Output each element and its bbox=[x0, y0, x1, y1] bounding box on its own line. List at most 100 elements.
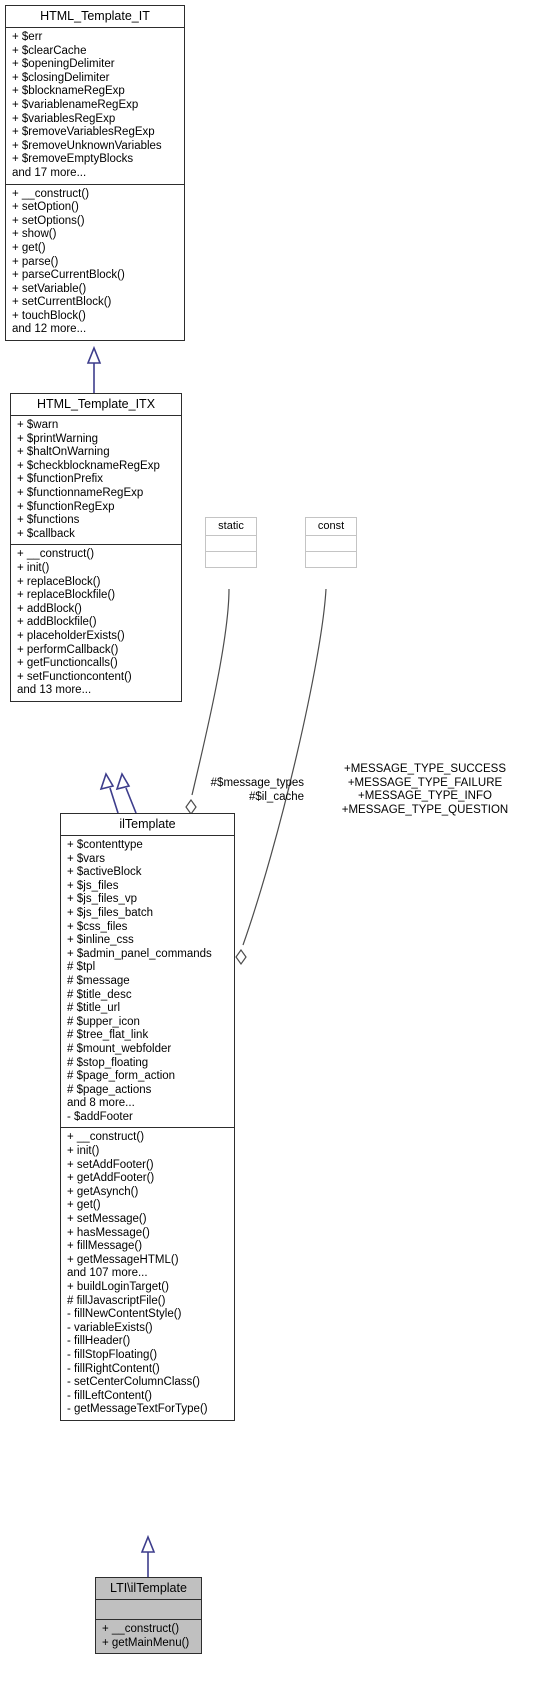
operation-row: + getMessageHTML() bbox=[67, 1253, 179, 1266]
attribute-row: # $page_actions bbox=[67, 1083, 152, 1096]
edge-label-line: +MESSAGE_TYPE_QUESTION bbox=[341, 803, 509, 816]
attribute-row: # $title_url bbox=[67, 1002, 121, 1015]
attribute-row: + $blocknameRegExp bbox=[12, 85, 125, 98]
class-const-note[interactable]: const bbox=[305, 517, 357, 568]
edge-label-line: +MESSAGE_TYPE_INFO bbox=[358, 790, 492, 802]
operation-row: + setCurrentBlock() bbox=[12, 296, 112, 309]
operation-more-row: and 107 more... bbox=[67, 1267, 148, 1280]
generalization-iltemplate-to-itx-b bbox=[115, 772, 137, 814]
edge-label-line: #$message_types bbox=[210, 777, 304, 789]
operation-more-row: and 13 more... bbox=[17, 684, 92, 697]
operation-row: + init() bbox=[17, 561, 50, 574]
attribute-row: + $css_files bbox=[67, 920, 128, 933]
attribute-row: # $tree_flat_link bbox=[67, 1029, 149, 1042]
class-lti-iltemplate[interactable]: LTI\ilTemplate + __construct() + getMain… bbox=[95, 1577, 202, 1655]
operation-row: + addBlock() bbox=[17, 602, 82, 615]
attribute-more-row: and 17 more... bbox=[12, 166, 87, 179]
operation-row: + replaceBlock() bbox=[17, 575, 101, 588]
generalization-iltemplate-to-itx-a bbox=[99, 772, 119, 814]
edge-label-message-types: #$message_types #$il_cache bbox=[176, 777, 304, 804]
class-title-html-template-it: HTML_Template_IT bbox=[40, 9, 150, 23]
attribute-row: + $err bbox=[12, 31, 43, 43]
operation-row: + setAddFooter() bbox=[67, 1158, 154, 1171]
attribute-row: + $activeBlock bbox=[67, 866, 142, 879]
operation-row: - variableExists() bbox=[67, 1321, 153, 1334]
operation-row: + __construct() bbox=[12, 187, 90, 200]
attribute-row: # $upper_icon bbox=[67, 1015, 140, 1028]
operation-row: + hasMessage() bbox=[67, 1226, 150, 1239]
attributes-compartment-const bbox=[306, 536, 356, 551]
operations-compartment-html-template-it: + __construct() + setOption() + setOptio… bbox=[6, 185, 184, 341]
attribute-row: + $clearCache bbox=[12, 44, 87, 57]
attributes-compartment-lti-iltemplate bbox=[96, 1600, 201, 1619]
operation-row: + __construct() bbox=[102, 1623, 180, 1635]
attributes-compartment-iltemplate: + $contenttype + $vars + $activeBlock + … bbox=[61, 836, 234, 1127]
operation-row: - fillStopFloating() bbox=[67, 1348, 158, 1361]
operations-compartment-iltemplate: + __construct() + init() + setAddFooter(… bbox=[61, 1128, 234, 1419]
attribute-row: + $inline_css bbox=[67, 934, 134, 947]
attribute-row: + $functionPrefix bbox=[17, 473, 103, 486]
attribute-row: + $removeVariablesRegExp bbox=[12, 126, 155, 139]
class-title-iltemplate: ilTemplate bbox=[119, 817, 176, 831]
attribute-row: + $variablenameRegExp bbox=[12, 98, 139, 111]
generalization-itx-to-it bbox=[86, 345, 102, 393]
attributes-compartment-static bbox=[206, 536, 256, 551]
operation-row: + setVariable() bbox=[12, 282, 87, 295]
operation-row: + getMainMenu() bbox=[102, 1636, 190, 1649]
attributes-compartment-html-template-it: + $err + $clearCache + $openingDelimiter… bbox=[6, 28, 184, 184]
class-html-template-it[interactable]: HTML_Template_IT + $err + $clearCache + … bbox=[5, 5, 185, 342]
attribute-row: + $js_files_vp bbox=[67, 893, 137, 906]
attribute-row: # $tpl bbox=[67, 961, 96, 974]
attribute-row: + $functions bbox=[17, 514, 80, 527]
operation-row: - setCenterColumnClass() bbox=[67, 1376, 200, 1389]
attribute-row: + $admin_panel_commands bbox=[67, 947, 212, 960]
operation-row: + placeholderExists() bbox=[17, 629, 125, 642]
attribute-row: + $printWarning bbox=[17, 432, 99, 445]
attribute-row: - $addFooter bbox=[67, 1110, 133, 1123]
edge-label-const-members: +MESSAGE_TYPE_SUCCESS +MESSAGE_TYPE_FAIL… bbox=[312, 763, 538, 817]
operation-row: + getAddFooter() bbox=[67, 1172, 155, 1185]
attributes-compartment-html-template-itx: + $warn + $printWarning + $haltOnWarning… bbox=[11, 416, 181, 544]
attribute-row: + $functionnameRegExp bbox=[17, 486, 144, 499]
operations-compartment-static bbox=[206, 552, 256, 567]
operation-row: + parse() bbox=[12, 255, 59, 268]
operation-row: # fillJavascriptFile() bbox=[67, 1294, 166, 1307]
operation-row: - fillNewContentStyle() bbox=[67, 1308, 182, 1321]
uml-class-diagram: HTML_Template_IT + $err + $clearCache + … bbox=[0, 0, 538, 1684]
attribute-row: + $warn bbox=[17, 419, 59, 431]
operation-row: + replaceBlockfile() bbox=[17, 589, 116, 602]
attribute-row: # $stop_floating bbox=[67, 1056, 149, 1069]
attribute-row: + $js_files_batch bbox=[67, 906, 153, 919]
operation-row: - getMessageTextForType() bbox=[67, 1403, 208, 1416]
attribute-row: # $mount_webfolder bbox=[67, 1042, 172, 1055]
attribute-row: + $removeEmptyBlocks bbox=[12, 153, 134, 166]
attribute-row: + $functionRegExp bbox=[17, 500, 115, 513]
operation-row: + addBlockfile() bbox=[17, 616, 97, 629]
attribute-row: # $message bbox=[67, 974, 130, 987]
class-title-lti-iltemplate: LTI\ilTemplate bbox=[110, 1581, 187, 1595]
class-title-static: static bbox=[218, 520, 244, 532]
operation-row: + setFunctioncontent() bbox=[17, 670, 132, 683]
class-static-note[interactable]: static bbox=[205, 517, 257, 568]
class-html-template-itx[interactable]: HTML_Template_ITX + $warn + $printWarnin… bbox=[10, 393, 182, 702]
attribute-row: + $closingDelimiter bbox=[12, 71, 110, 84]
attribute-row: + $vars bbox=[67, 852, 106, 865]
edge-label-line: +MESSAGE_TYPE_SUCCESS bbox=[343, 763, 507, 775]
attribute-row: # $title_desc bbox=[67, 988, 132, 1001]
operation-row: + setOptions() bbox=[12, 214, 85, 227]
operations-compartment-lti-iltemplate: + __construct() + getMainMenu() bbox=[96, 1620, 201, 1653]
operation-row: - fillLeftContent() bbox=[67, 1389, 153, 1402]
edge-label-line: +MESSAGE_TYPE_FAILURE bbox=[347, 776, 503, 789]
attribute-row: + $js_files bbox=[67, 879, 119, 892]
operation-row: + init() bbox=[67, 1145, 100, 1158]
operation-row: - fillRightContent() bbox=[67, 1362, 160, 1375]
operation-row: + touchBlock() bbox=[12, 309, 86, 322]
operations-compartment-html-template-itx: + __construct() + init() + replaceBlock(… bbox=[11, 545, 181, 701]
class-iltemplate[interactable]: ilTemplate + $contenttype + $vars + $act… bbox=[60, 813, 235, 1421]
operation-more-row: and 12 more... bbox=[12, 323, 87, 336]
operation-row: + getFunctioncalls() bbox=[17, 657, 118, 670]
edge-label-line: #$il_cache bbox=[249, 790, 304, 803]
attribute-row: + $removeUnknownVariables bbox=[12, 139, 162, 152]
attribute-row: + $contenttype bbox=[67, 839, 143, 851]
class-title-const: const bbox=[317, 520, 345, 532]
